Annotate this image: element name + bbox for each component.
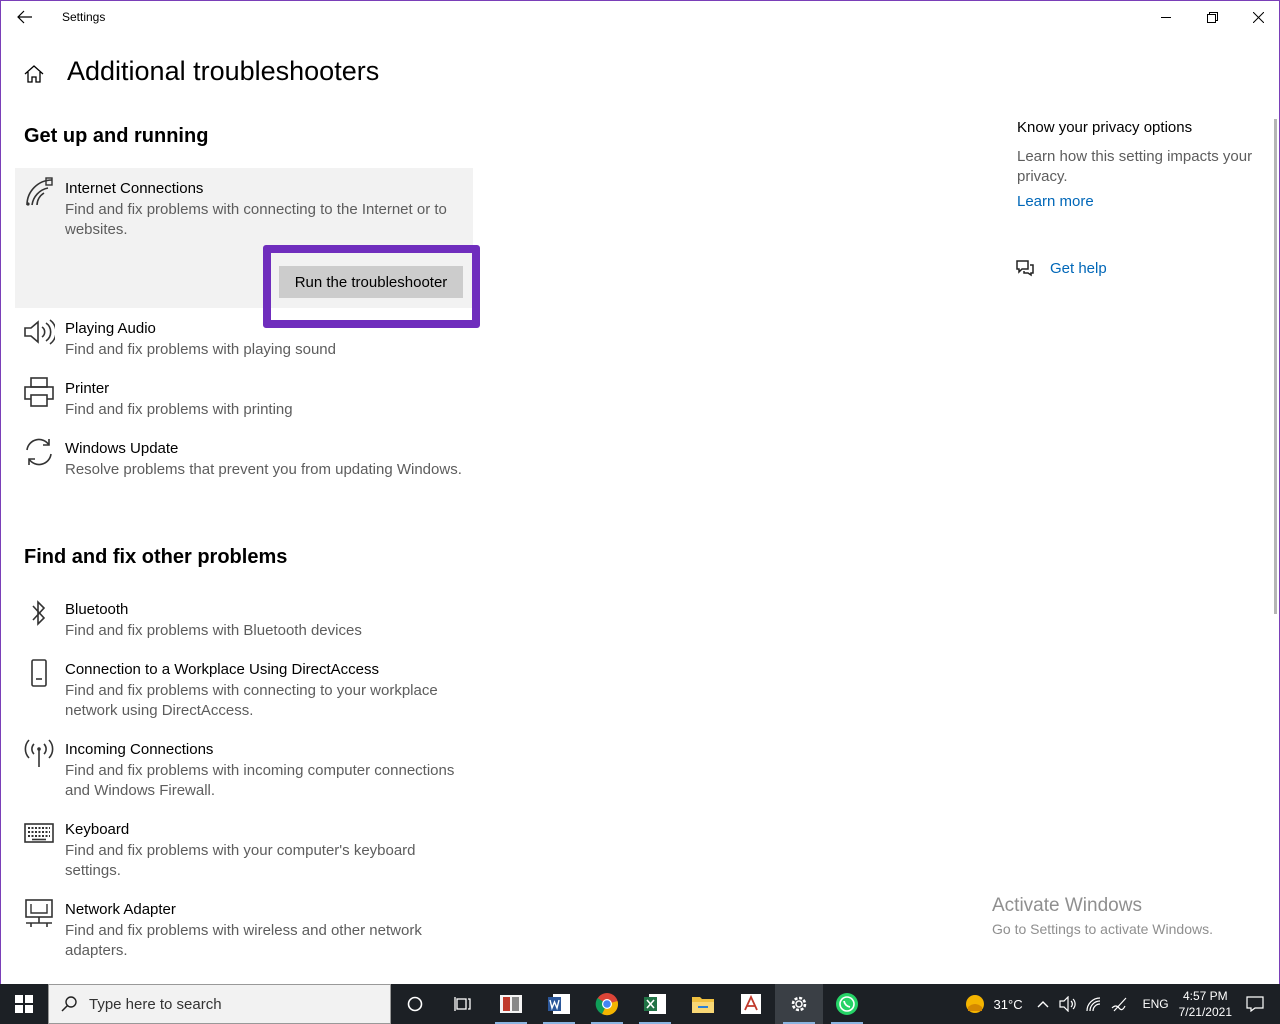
- task-view-button[interactable]: [439, 984, 487, 1024]
- troubleshooter-directaccess[interactable]: Connection to a Workplace Using DirectAc…: [15, 649, 473, 729]
- close-button[interactable]: [1235, 1, 1279, 33]
- start-button[interactable]: [0, 984, 48, 1024]
- troubleshooter-network-adapter[interactable]: Network Adapter Find and fix problems wi…: [15, 889, 473, 969]
- troubleshooter-desc: Find and fix problems with connecting to…: [65, 682, 438, 719]
- privacy-title: Know your privacy options: [1017, 119, 1193, 136]
- printer-icon: [23, 376, 55, 408]
- troubleshooter-windows-update[interactable]: Windows Update Resolve problems that pre…: [15, 428, 473, 508]
- system-tray: 31°C ENG 4:57 PM 7/21/2021: [964, 984, 1280, 1024]
- troubleshooter-name: Keyboard: [65, 821, 130, 838]
- back-button[interactable]: [9, 5, 41, 29]
- troubleshooter-name: Incoming Connections: [65, 741, 214, 758]
- watermark-line1: Activate Windows: [992, 895, 1142, 916]
- back-arrow-icon: [17, 10, 32, 24]
- pen-icon[interactable]: [1111, 996, 1129, 1012]
- weather-sun-icon[interactable]: [964, 993, 986, 1015]
- get-help-label: Get help: [1050, 259, 1107, 277]
- window-title: Settings: [62, 10, 106, 24]
- close-icon: [1252, 11, 1264, 23]
- phone-icon: [23, 657, 55, 689]
- keyboard-icon: [23, 817, 55, 849]
- network-adapter-icon: [23, 897, 55, 929]
- privacy-desc: Learn how this setting impacts your priv…: [1017, 148, 1253, 185]
- troubleshooter-desc: Find and fix problems with wireless and …: [65, 922, 422, 959]
- troubleshooter-playing-audio[interactable]: Playing Audio Find and fix problems with…: [15, 308, 473, 368]
- cortana-button[interactable]: [391, 984, 439, 1024]
- restore-icon: [1206, 11, 1218, 23]
- troubleshooter-desc: Resolve problems that prevent you from u…: [65, 461, 462, 478]
- folder-icon: [692, 997, 714, 1013]
- troubleshooter-name: Internet Connections: [65, 180, 204, 197]
- taskbar-app-chrome[interactable]: [583, 984, 631, 1024]
- antenna-icon: [23, 737, 55, 769]
- troubleshooter-desc: Find and fix problems with your computer…: [65, 842, 416, 879]
- book-app-icon: [500, 995, 522, 1013]
- taskbar-app-word[interactable]: [535, 984, 583, 1024]
- volume-icon[interactable]: [1058, 996, 1077, 1012]
- section-title-find-and-fix: Find and fix other problems: [24, 546, 288, 568]
- troubleshooter-printer[interactable]: Printer Find and fix problems with print…: [15, 368, 473, 428]
- minimize-button[interactable]: [1143, 1, 1189, 33]
- language-indicator[interactable]: ENG: [1143, 997, 1169, 1011]
- troubleshooter-desc: Find and fix problems with printing: [65, 401, 293, 418]
- wifi-tray-icon[interactable]: [1085, 996, 1103, 1012]
- chrome-icon: [595, 993, 618, 1016]
- taskbar-app-excel[interactable]: [631, 984, 679, 1024]
- title-bar: Settings: [1, 1, 1279, 33]
- activate-windows-watermark: Activate Windows Go to Settings to activ…: [992, 895, 1213, 937]
- acrobat-icon: [741, 994, 761, 1014]
- clock-date: 7/21/2021: [1178, 1005, 1232, 1019]
- troubleshooter-desc: Find and fix problems with Bluetooth dev…: [65, 622, 362, 639]
- temperature-readout[interactable]: 31°C: [994, 997, 1023, 1012]
- cortana-icon: [407, 996, 423, 1012]
- troubleshooter-name: Printer: [65, 380, 110, 397]
- scrollbar[interactable]: [1274, 119, 1277, 614]
- search-placeholder: Type here to search: [89, 995, 222, 1013]
- excel-icon: [644, 994, 666, 1014]
- troubleshooter-name: Connection to a Workplace Using DirectAc…: [65, 661, 380, 678]
- troubleshooter-bluetooth[interactable]: Bluetooth Find and fix problems with Blu…: [15, 589, 473, 649]
- taskbar: Type here to search 31°C ENG 4:57 PM 7/2…: [0, 984, 1280, 1024]
- word-icon: [548, 994, 570, 1014]
- windows-logo-icon: [15, 995, 33, 1013]
- troubleshooter-desc: Find and fix problems with playing sound: [65, 341, 336, 358]
- speaker-icon: [23, 316, 55, 348]
- page-title: Additional troubleshooters: [67, 56, 380, 86]
- troubleshooter-name: Network Adapter: [65, 901, 176, 918]
- refresh-icon: [23, 436, 55, 468]
- bluetooth-icon: [23, 597, 55, 629]
- gear-icon: [791, 996, 807, 1012]
- settings-window: Settings Additional troubleshooters Get …: [0, 0, 1280, 984]
- whatsapp-icon: [836, 993, 858, 1015]
- chat-bubble-icon: [1016, 260, 1034, 277]
- troubleshooter-name: Bluetooth: [65, 601, 129, 618]
- taskbar-app-whatsapp[interactable]: [823, 984, 871, 1024]
- troubleshooter-desc: Find and fix problems with incoming comp…: [65, 762, 455, 799]
- clock[interactable]: 4:57 PM 7/21/2021: [1179, 988, 1232, 1020]
- clock-time: 4:57 PM: [1182, 989, 1228, 1003]
- taskbar-app-acrobat[interactable]: [727, 984, 775, 1024]
- home-icon: [24, 65, 44, 83]
- chevron-up-icon[interactable]: [1037, 1000, 1049, 1008]
- minimize-icon: [1161, 17, 1171, 18]
- learn-more-link[interactable]: Learn more: [1017, 193, 1094, 210]
- troubleshooter-name: Playing Audio: [65, 320, 156, 337]
- watermark-line2: Go to Settings to activate Windows.: [992, 921, 1213, 937]
- troubleshooter-desc: Find and fix problems with connecting to…: [65, 201, 447, 238]
- restore-button[interactable]: [1189, 1, 1235, 33]
- search-icon: [61, 996, 77, 1012]
- taskbar-app-book[interactable]: [487, 984, 535, 1024]
- troubleshooter-keyboard[interactable]: Keyboard Find and fix problems with your…: [15, 809, 473, 889]
- task-view-icon: [454, 997, 471, 1011]
- troubleshooter-name: Windows Update: [65, 440, 179, 457]
- wifi-icon: [23, 176, 55, 208]
- taskbar-app-file-explorer[interactable]: [679, 984, 727, 1024]
- notification-icon[interactable]: [1246, 996, 1264, 1012]
- taskbar-search[interactable]: Type here to search: [48, 984, 391, 1024]
- taskbar-app-settings[interactable]: [775, 984, 823, 1024]
- home-button[interactable]: [23, 63, 47, 87]
- get-help-link[interactable]: Get help: [1015, 259, 1107, 277]
- section-title-get-up-and-running: Get up and running: [24, 125, 209, 147]
- troubleshooter-incoming-connections[interactable]: Incoming Connections Find and fix proble…: [15, 729, 473, 809]
